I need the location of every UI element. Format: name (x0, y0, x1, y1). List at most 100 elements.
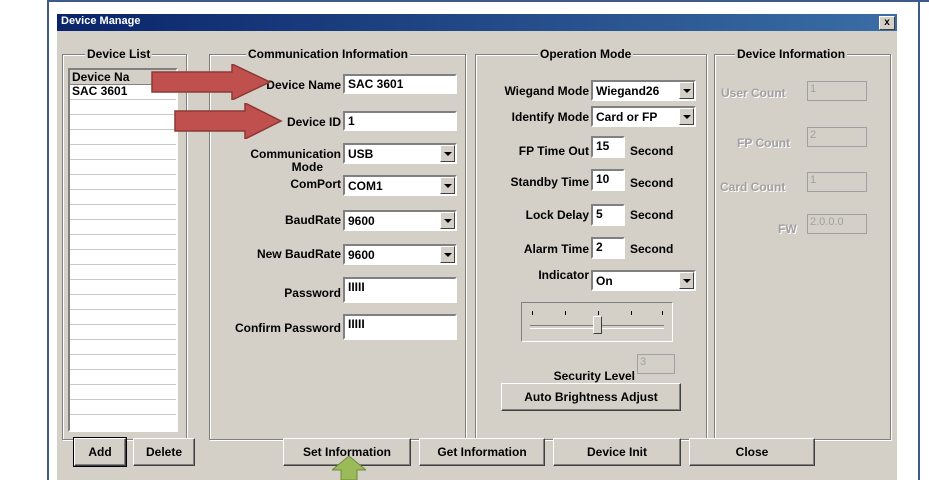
fp-count-field: 2 (807, 127, 867, 147)
new-baudrate-label: New BaudRate (256, 247, 341, 261)
slider-tick (598, 311, 599, 315)
fp-timeout-label: FP Time Out (518, 144, 589, 158)
annotation-arrow-device-id (174, 103, 283, 139)
title-bar: Device Manage x (57, 14, 897, 31)
chevron-down-icon[interactable] (440, 246, 455, 263)
close-button[interactable]: Close (689, 438, 815, 466)
list-row-empty (70, 310, 176, 325)
fw-field: 2.0.0.0 (807, 214, 867, 234)
chevron-down-icon[interactable] (440, 212, 455, 229)
frame-border-right (918, 0, 920, 480)
list-row-empty (70, 265, 176, 280)
fp-timeout-unit: Second (630, 144, 674, 158)
chevron-down-icon[interactable] (679, 82, 694, 99)
card-count-label: Card Count (720, 180, 786, 194)
confirm-password-field[interactable]: IIIII (343, 314, 457, 340)
list-row-empty (70, 235, 176, 250)
slider-tick (565, 311, 566, 315)
list-row-empty (70, 175, 176, 190)
wiegand-mode-label: Wiegand Mode (504, 84, 589, 98)
list-row-empty (70, 400, 176, 415)
lock-delay-field[interactable]: 5 (591, 204, 625, 226)
indicator-value: On (596, 274, 613, 288)
window-title: Device Manage (61, 15, 141, 27)
new-baudrate-value: 9600 (348, 248, 375, 262)
card-count-field: 1 (807, 172, 867, 192)
security-level-slider[interactable] (521, 302, 673, 342)
list-row-empty (70, 130, 176, 145)
get-information-button[interactable]: Get Information (419, 438, 545, 466)
annotation-arrow-device-name (151, 64, 272, 100)
standby-time-label: Standby Time (510, 175, 589, 189)
list-row-empty (70, 160, 176, 175)
frame-border-top (47, 0, 929, 2)
identify-mode-select[interactable]: Card or FP (591, 106, 696, 127)
wiegand-mode-select[interactable]: Wiegand26 (591, 80, 696, 101)
slider-tick (631, 311, 632, 315)
fp-timeout-field[interactable]: 15 (591, 136, 625, 158)
list-row-empty (70, 340, 176, 355)
list-row-empty (70, 115, 176, 130)
communication-mode-value: USB (348, 147, 374, 161)
slider-tick (662, 311, 663, 315)
annotation-arrow-set-information (332, 456, 366, 480)
lock-delay-label: Lock Delay (525, 208, 589, 222)
frame-border-left (47, 0, 49, 480)
slider-thumb[interactable] (593, 316, 602, 334)
list-row-empty (70, 190, 176, 205)
standby-time-unit: Second (630, 176, 674, 190)
device-init-button[interactable]: Device Init (553, 438, 681, 466)
communication-mode-label-2: Mode (291, 160, 323, 174)
identify-mode-value: Card or FP (596, 110, 658, 124)
password-field[interactable]: IIIII (343, 277, 457, 303)
list-row-empty (70, 355, 176, 370)
alarm-time-field[interactable]: 2 (591, 237, 625, 259)
operation-mode-legend: Operation Mode (538, 47, 634, 61)
chevron-down-icon[interactable] (440, 145, 455, 162)
list-row-empty (70, 385, 176, 400)
list-row-empty (70, 220, 176, 235)
device-name-field[interactable]: SAC 3601 (343, 74, 457, 94)
baudrate-value: 9600 (348, 214, 375, 228)
new-baudrate-select[interactable]: 9600 (343, 244, 457, 265)
standby-time-field[interactable]: 10 (591, 169, 625, 191)
comport-select[interactable]: COM1 (343, 175, 457, 196)
fp-count-label: FP Count (737, 136, 791, 150)
identify-mode-label: Identify Mode (511, 110, 589, 124)
alarm-time-unit: Second (630, 242, 674, 256)
list-row-empty (70, 100, 176, 115)
device-list[interactable]: Device Na SAC 3601 (68, 68, 178, 432)
chevron-down-icon[interactable] (440, 177, 455, 194)
wiegand-mode-value: Wiegand26 (596, 84, 660, 98)
list-row-empty (70, 205, 176, 220)
slider-tick (532, 311, 533, 315)
auto-brightness-adjust-button[interactable]: Auto Brightness Adjust (501, 383, 681, 411)
list-row-empty (70, 325, 176, 340)
user-count-field: 1 (807, 81, 867, 101)
add-button[interactable]: Add (74, 438, 126, 466)
chevron-down-icon[interactable] (679, 272, 694, 289)
communication-mode-label-1: Communication (250, 147, 341, 161)
security-level-field: 3 (637, 354, 675, 374)
chevron-down-icon[interactable] (679, 108, 694, 125)
fw-label: FW (778, 222, 797, 236)
indicator-select[interactable]: On (591, 270, 696, 291)
communication-legend: Communication Information (246, 47, 410, 61)
comport-label: ComPort (290, 177, 341, 191)
list-row-empty (70, 145, 176, 160)
user-count-label: User Count (721, 86, 786, 100)
list-row-empty (70, 370, 176, 385)
comport-value: COM1 (348, 179, 383, 193)
list-row-empty (70, 280, 176, 295)
close-window-icon[interactable]: x (879, 16, 895, 30)
device-id-field[interactable]: 1 (343, 111, 457, 131)
device-information-group: Device Information (714, 47, 891, 440)
communication-mode-select[interactable]: USB (343, 143, 457, 164)
indicator-label: Indicator (538, 268, 589, 282)
lock-delay-unit: Second (630, 208, 674, 222)
alarm-time-label: Alarm Time (523, 242, 589, 256)
baudrate-label: BaudRate (284, 213, 341, 227)
list-row-empty (70, 250, 176, 265)
delete-button[interactable]: Delete (133, 438, 195, 466)
baudrate-select[interactable]: 9600 (343, 210, 457, 231)
